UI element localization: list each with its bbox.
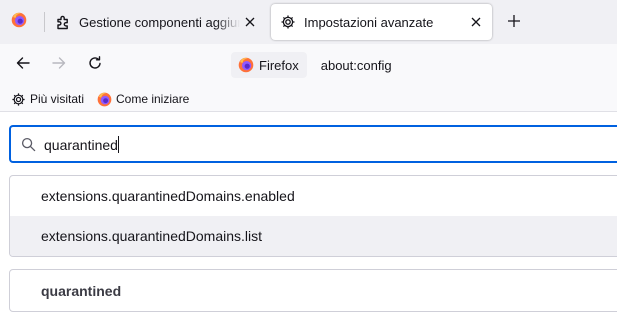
table-row[interactable]: extensions.quarantinedDomains.enabled (10, 176, 617, 216)
identity-label: Firefox (259, 57, 299, 73)
identity-box[interactable]: Firefox (231, 52, 307, 78)
navigation-toolbar: Firefox about:config (0, 44, 617, 86)
firefox-icon (238, 57, 254, 73)
tab-strip: Gestione componenti aggiuntivi Impostazi… (0, 0, 617, 44)
tab-addons-manager[interactable]: Gestione componenti aggiuntivi (46, 4, 266, 40)
bookmark-most-visited[interactable]: Più visitati (11, 90, 84, 108)
puzzle-icon (55, 14, 71, 30)
about-config-page: quarantined extensions.quarantinedDomain… (0, 112, 617, 333)
bookmarks-toolbar: Più visitati Come iniziare (0, 86, 617, 112)
table-row[interactable]: extensions.quarantinedDomains.list (10, 216, 617, 256)
gear-icon (280, 14, 296, 30)
firefox-icon (11, 12, 27, 33)
reload-button[interactable] (83, 53, 107, 77)
search-value[interactable]: quarantined (44, 135, 119, 153)
arrow-right-icon (51, 55, 67, 76)
text-caret (117, 135, 119, 153)
close-icon[interactable] (466, 12, 486, 32)
preference-table: extensions.quarantinedDomains.enabled ex… (9, 175, 617, 257)
back-button[interactable] (11, 53, 35, 77)
gear-icon (11, 92, 26, 107)
bookmark-getting-started[interactable]: Come iniziare (97, 90, 189, 108)
tab-separator (44, 12, 45, 32)
tab-label: Impostazioni avanzate (304, 14, 434, 30)
reload-icon (87, 55, 103, 76)
preference-name: extensions.quarantinedDomains.enabled (41, 188, 295, 204)
url-bar[interactable]: Firefox about:config (229, 49, 617, 81)
forward-button[interactable] (47, 53, 71, 77)
new-preference-row[interactable]: quarantined (9, 269, 617, 312)
preference-name: extensions.quarantinedDomains.list (41, 228, 263, 244)
new-tab-button[interactable] (503, 12, 525, 34)
preference-search-input[interactable]: quarantined (9, 125, 617, 163)
firefox-icon (97, 92, 112, 107)
plus-icon (507, 14, 521, 33)
close-icon[interactable] (240, 12, 260, 32)
bookmark-label: Più visitati (30, 92, 85, 106)
bookmark-label: Come iniziare (116, 92, 190, 106)
url-text[interactable]: about:config (321, 58, 392, 73)
firefox-view-button[interactable] (0, 4, 38, 40)
tab-advanced-settings[interactable]: Impostazioni avanzate (271, 4, 492, 40)
search-icon (21, 137, 36, 152)
new-preference-name: quarantined (41, 282, 122, 299)
tab-label: Gestione componenti aggiuntivi (79, 14, 240, 30)
arrow-left-icon (15, 55, 31, 76)
